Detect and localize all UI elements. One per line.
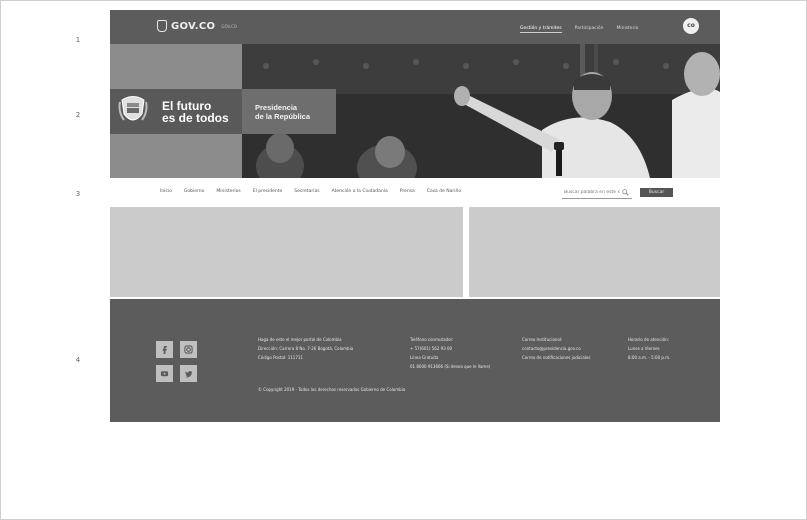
footer: Haga de este el mejor portal de Colombia… <box>110 299 720 422</box>
slogan-line: es de todos <box>162 111 229 125</box>
footer-link[interactable]: contacto@presidencia.gov.co <box>522 344 590 353</box>
row-number: 2 <box>75 111 81 119</box>
footer-contact: Haga de este el mejor portal de Colombia… <box>258 335 353 362</box>
footer-text: Lunes a Viernes <box>628 346 660 351</box>
gov-nav-item[interactable]: Gestión y trámites <box>520 26 562 33</box>
main-nav-item[interactable]: Casa de Nariño <box>427 189 461 194</box>
footer-phones: Teléfono conmutador: + 57(601) 562 93 00… <box>410 335 490 371</box>
gov-nav-item[interactable]: Participación <box>575 26 604 33</box>
hero-block <box>110 44 242 89</box>
gov-nav: Gestión y trámites Participación Ministe… <box>520 26 638 33</box>
footer-text: Correo Institucional: <box>522 337 563 342</box>
slogan: El futuro es de todos <box>162 100 229 124</box>
hero-block <box>110 134 242 178</box>
main-nav-item[interactable]: Gobierno <box>184 189 205 194</box>
footer-text: 8:00 a.m. - 5:00 p.m. <box>628 355 671 360</box>
youtube-button[interactable] <box>156 365 173 382</box>
search-input[interactable] <box>562 189 622 195</box>
govco-logo-text: GOV.CO <box>171 20 216 32</box>
coat-of-arms-icon <box>118 96 148 121</box>
content-placeholder-side <box>469 207 720 297</box>
hero-banner: El futuro es de todos Presidencia de la … <box>110 44 720 178</box>
row-number: 1 <box>75 36 81 44</box>
search-box <box>562 186 632 199</box>
main-nav-item[interactable]: Secretarias <box>294 189 319 194</box>
main-nav-item[interactable]: El presidente <box>253 189 283 194</box>
footer-text: Código Postal: 111711 <box>258 355 303 360</box>
shield-icon <box>157 20 167 32</box>
facebook-icon <box>162 345 167 354</box>
copyright-text: © Copyright 2019 - Todos los derechos re… <box>258 387 406 392</box>
footer-text: Horario de atención: <box>628 337 669 342</box>
main-nav: Inicio Gobierno Ministerios El president… <box>110 178 720 207</box>
search-button[interactable]: Buscar <box>640 188 673 197</box>
footer-text: Teléfono conmutador: <box>410 337 454 342</box>
gov-nav-item[interactable]: Ministerio <box>616 26 638 33</box>
footer-hours: Horario de atención: Lunes a Viernes 8:0… <box>628 335 670 362</box>
govco-logo-sub: GOV.CO <box>221 23 237 29</box>
main-nav-item[interactable]: Prensa <box>400 189 415 194</box>
row-number: 3 <box>75 190 81 198</box>
content-placeholder-main <box>110 207 463 297</box>
gov-header: GOV.CO GOV.CO Gestión y trámites Partici… <box>110 10 720 44</box>
instagram-button[interactable] <box>180 341 197 358</box>
footer-text: Haga de este el mejor portal de Colombia <box>258 337 342 342</box>
instagram-icon <box>184 345 193 354</box>
main-nav-item[interactable]: Inicio <box>160 189 172 194</box>
presidency-title: Presidencia de la República <box>255 103 310 121</box>
govco-logo[interactable]: GOV.CO GOV.CO <box>157 20 237 32</box>
footer-link[interactable]: Correo de notificaciones judiciales <box>522 353 590 362</box>
search-icon[interactable] <box>622 188 629 196</box>
facebook-button[interactable] <box>156 341 173 358</box>
footer-text: 01 8000 913666 (Si desea que le llame) <box>410 364 491 369</box>
twitter-icon <box>184 370 193 378</box>
row-number: 4 <box>75 356 81 364</box>
twitter-button[interactable] <box>180 365 197 382</box>
youtube-icon <box>160 371 169 377</box>
footer-emails: Correo Institucional: contacto@presidenc… <box>522 335 590 362</box>
main-nav-item[interactable]: Atención a la Ciudadanía <box>332 189 388 194</box>
footer-text: + 57(601) 562 93 00 <box>410 346 453 351</box>
co-badge-icon[interactable]: co <box>683 18 699 34</box>
main-nav-item[interactable]: Ministerios <box>216 189 240 194</box>
main-nav-items: Inicio Gobierno Ministerios El president… <box>160 189 461 194</box>
presidency-line: Presidencia <box>255 103 298 112</box>
footer-text: Dirección: Carrera 8 No. 7-26 Bogotá, Co… <box>258 346 354 351</box>
footer-text: Línea Gratuita <box>410 355 439 360</box>
presidency-line: de la República <box>255 112 311 121</box>
